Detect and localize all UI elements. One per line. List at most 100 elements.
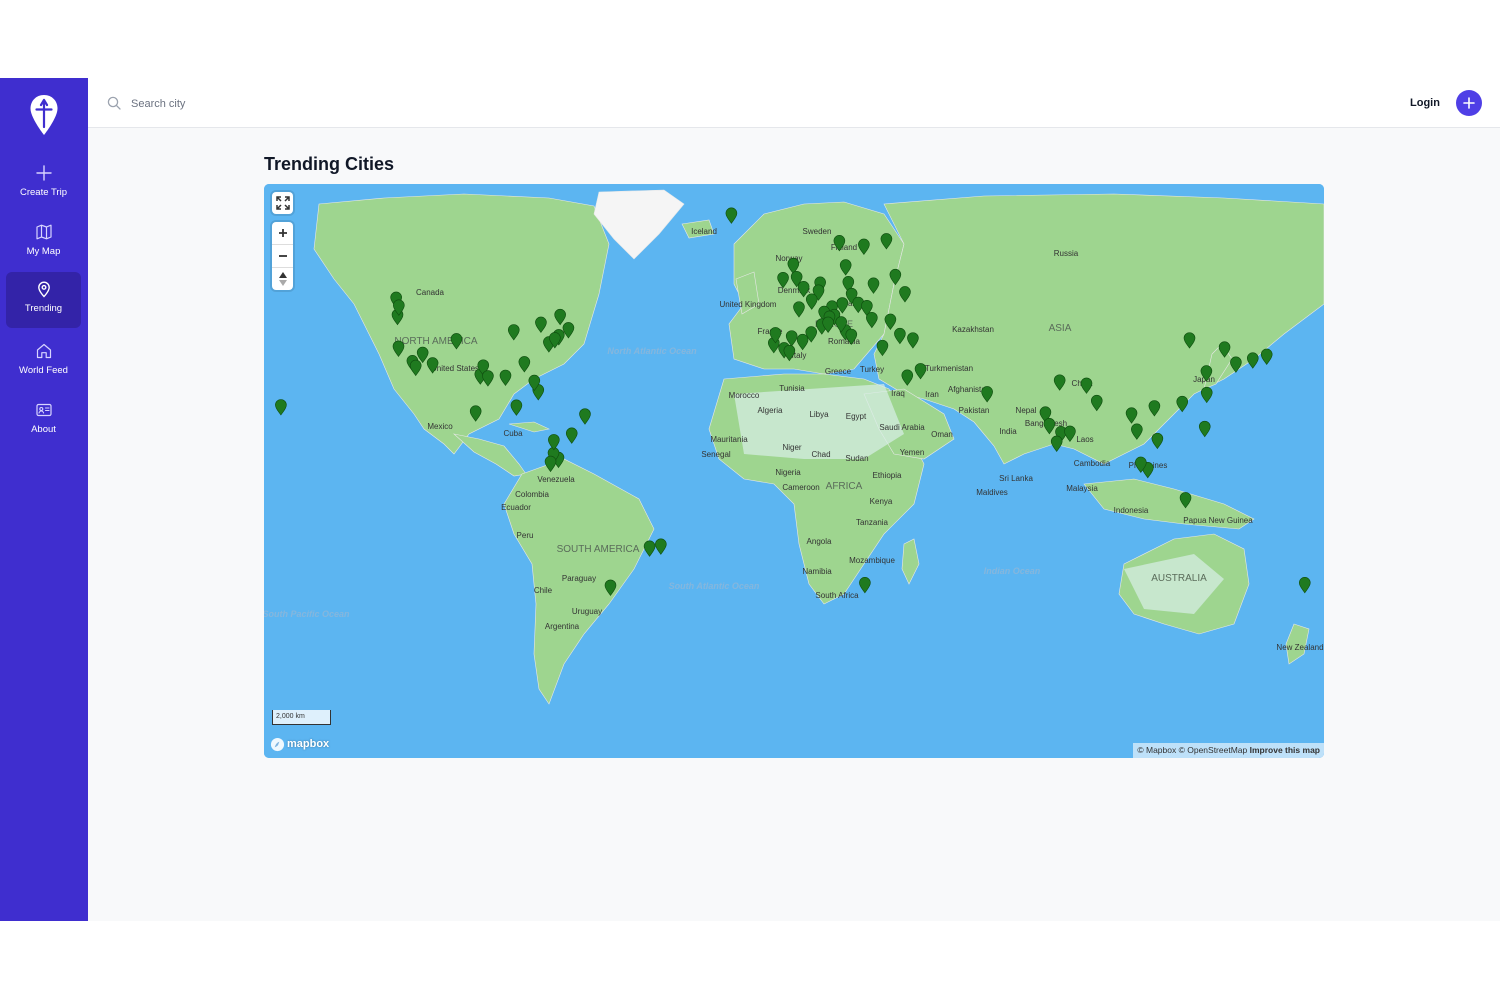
- map-icon: [35, 224, 52, 240]
- sidebar: Create Trip My Map Trending World Feed A…: [0, 78, 88, 921]
- attribution-text[interactable]: © Mapbox © OpenStreetMap: [1137, 745, 1247, 755]
- svg-text:Algeria: Algeria: [758, 406, 783, 415]
- svg-text:Mauritania: Mauritania: [710, 435, 748, 444]
- svg-text:Tunisia: Tunisia: [779, 384, 805, 393]
- world-map[interactable]: North Atlantic Ocean South Atlantic Ocea…: [264, 184, 1324, 758]
- continent-label: NORTH AMERICA: [394, 336, 477, 347]
- svg-text:Sudan: Sudan: [845, 454, 868, 463]
- svg-text:Egypt: Egypt: [846, 412, 867, 421]
- svg-text:Iran: Iran: [925, 390, 939, 399]
- search-input[interactable]: [129, 93, 433, 115]
- svg-text:Cameroon: Cameroon: [782, 483, 819, 492]
- mapbox-logo[interactable]: mapbox: [270, 736, 329, 752]
- sidebar-item-label: Create Trip: [20, 187, 67, 198]
- svg-text:Libya: Libya: [809, 410, 829, 419]
- svg-text:Yemen: Yemen: [900, 448, 925, 457]
- navigation-control: [272, 222, 293, 290]
- sidebar-item-label: Trending: [24, 303, 63, 314]
- svg-text:Iraq: Iraq: [891, 389, 905, 398]
- svg-text:Cambodia: Cambodia: [1074, 459, 1111, 468]
- svg-text:United Kingdom: United Kingdom: [720, 300, 777, 309]
- trending-map[interactable]: North Atlantic Ocean South Atlantic Ocea…: [264, 184, 1324, 758]
- mapbox-logo-icon: [270, 737, 285, 751]
- svg-text:Mozambique: Mozambique: [849, 556, 895, 565]
- plus-icon: [35, 165, 52, 181]
- svg-text:Peru: Peru: [517, 531, 534, 540]
- ocean-label: South Pacific Ocean: [264, 609, 350, 619]
- svg-text:Malaysia: Malaysia: [1066, 484, 1098, 493]
- home-icon: [36, 343, 51, 359]
- svg-text:Argentina: Argentina: [545, 622, 580, 631]
- sidebar-item-about[interactable]: About: [6, 393, 81, 449]
- top-bar: Login: [88, 78, 1500, 128]
- svg-text:Niger: Niger: [782, 443, 801, 452]
- page-title: Trending Cities: [264, 154, 395, 174]
- svg-text:United States: United States: [431, 364, 479, 373]
- svg-text:Uruguay: Uruguay: [572, 607, 602, 616]
- fullscreen-control: [272, 192, 293, 214]
- svg-text:Sri Lanka: Sri Lanka: [999, 474, 1033, 483]
- svg-text:Chile: Chile: [534, 586, 553, 595]
- svg-text:Chad: Chad: [811, 450, 830, 459]
- svg-text:Saudi Arabia: Saudi Arabia: [879, 423, 925, 432]
- map-attribution: © Mapbox © OpenStreetMap Improve this ma…: [1133, 743, 1324, 758]
- app-container: Create Trip My Map Trending World Feed A…: [0, 78, 1500, 921]
- svg-text:Turkmenistan: Turkmenistan: [925, 364, 973, 373]
- svg-text:New Zealand: New Zealand: [1276, 643, 1323, 652]
- plus-icon: [1463, 97, 1475, 109]
- map-scale: 2,000 km: [272, 710, 331, 725]
- svg-text:Nepal: Nepal: [1016, 406, 1037, 415]
- svg-text:Indonesia: Indonesia: [1114, 506, 1149, 515]
- svg-text:Angola: Angola: [807, 537, 832, 546]
- compass-icon: [278, 272, 287, 286]
- svg-text:Russia: Russia: [1054, 249, 1079, 258]
- id-card-icon: [35, 403, 52, 417]
- continent-label: SOUTH AMERICA: [557, 544, 640, 555]
- sidebar-item-label: My Map: [26, 246, 61, 257]
- ocean-label: Indian Ocean: [984, 566, 1041, 576]
- fullscreen-icon: [275, 196, 290, 210]
- app-logo-icon[interactable]: [28, 94, 60, 136]
- svg-text:Canada: Canada: [416, 288, 445, 297]
- svg-text:Sweden: Sweden: [803, 227, 832, 236]
- fullscreen-button[interactable]: [272, 192, 293, 214]
- mapbox-logo-text: mapbox: [287, 738, 330, 750]
- ocean-label: South Atlantic Ocean: [669, 581, 760, 591]
- sidebar-item-world-feed[interactable]: World Feed: [6, 334, 81, 390]
- svg-text:Kenya: Kenya: [870, 497, 893, 506]
- svg-text:Pakistan: Pakistan: [959, 406, 990, 415]
- compass-button[interactable]: [272, 267, 293, 290]
- continent-label: AUSTRALIA: [1151, 573, 1207, 584]
- sidebar-item-create-trip[interactable]: Create Trip: [6, 156, 81, 212]
- zoom-in-button[interactable]: [272, 222, 293, 244]
- login-button[interactable]: Login: [1410, 97, 1440, 109]
- svg-text:Morocco: Morocco: [729, 391, 760, 400]
- svg-text:India: India: [999, 427, 1017, 436]
- svg-text:Namibia: Namibia: [802, 567, 832, 576]
- continent-label: AFRICA: [826, 481, 863, 492]
- plus-icon: [278, 229, 287, 237]
- sidebar-item-label: About: [31, 424, 56, 435]
- ocean-label: North Atlantic Ocean: [607, 346, 697, 356]
- svg-text:Kazakhstan: Kazakhstan: [952, 325, 994, 334]
- svg-text:Cuba: Cuba: [503, 429, 523, 438]
- sidebar-item-trending[interactable]: Trending: [6, 272, 81, 328]
- search-icon: [107, 96, 121, 110]
- svg-text:Turkey: Turkey: [860, 365, 884, 374]
- svg-text:Greece: Greece: [825, 367, 852, 376]
- svg-text:Iceland: Iceland: [691, 227, 717, 236]
- svg-text:Maldives: Maldives: [976, 488, 1008, 497]
- location-pin-icon: [37, 281, 50, 298]
- svg-text:Venezuela: Venezuela: [537, 475, 575, 484]
- svg-text:Senegal: Senegal: [701, 450, 731, 459]
- improve-map-link[interactable]: Improve this map: [1250, 745, 1320, 755]
- svg-text:Ecuador: Ecuador: [501, 503, 531, 512]
- zoom-out-button[interactable]: [272, 244, 293, 267]
- add-button[interactable]: [1456, 90, 1482, 116]
- svg-text:Colombia: Colombia: [515, 490, 549, 499]
- continent-label: ASIA: [1049, 323, 1072, 334]
- svg-text:Tanzania: Tanzania: [856, 518, 889, 527]
- svg-text:Papua New Guinea: Papua New Guinea: [1183, 516, 1253, 525]
- sidebar-item-my-map[interactable]: My Map: [6, 215, 81, 271]
- svg-text:Ethiopia: Ethiopia: [873, 471, 902, 480]
